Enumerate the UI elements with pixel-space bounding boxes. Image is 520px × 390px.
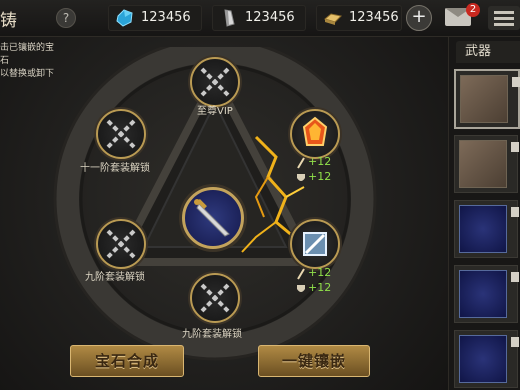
defense-icon [297, 174, 305, 181]
sword-icon [459, 270, 507, 318]
chain-lock-icon [106, 119, 136, 149]
slot-label-ninth-bottom: 九阶套装解锁 [182, 329, 242, 340]
chain-lock-icon [200, 283, 230, 313]
gem-slot-lower-left[interactable] [96, 219, 146, 269]
chain-lock-icon [200, 67, 230, 97]
gem-inlay-panel: 击已镶嵌的宝石 以替换或卸下 至尊VIP 十一阶套装解锁 九阶套装解锁 九阶套装… [0, 37, 448, 390]
attack-icon [297, 157, 305, 169]
menu-icon[interactable] [488, 6, 520, 30]
top-bar: 铸 ? 123456 123456 123456 + 2 [0, 0, 520, 37]
bow-icon [460, 75, 508, 123]
bow-icon [459, 140, 507, 188]
item-tag-icon [511, 142, 519, 152]
page-title: 铸 [0, 11, 17, 31]
gold-ingot-icon [323, 13, 343, 25]
stat-defense-lower: +12 [308, 281, 332, 294]
blue-crystal-icon [116, 9, 133, 27]
equipment-side-panel: 武器 [448, 37, 520, 390]
gem-slot-top[interactable] [190, 57, 240, 107]
silver-amount: 123456 [245, 10, 295, 25]
resource-silver: 123456 [212, 5, 306, 31]
attack-icon [297, 268, 305, 280]
item-tag-icon [511, 272, 519, 282]
gem-slot-lower-right[interactable] [290, 219, 340, 269]
sword-icon [194, 199, 230, 237]
fire-gem-icon [302, 116, 328, 146]
item-tag-icon [511, 337, 519, 347]
stat-attack-lower: +12 [308, 266, 332, 279]
sword-icon [459, 205, 507, 253]
resource-crystal: 123456 [108, 5, 202, 31]
silver-ingot-icon [224, 9, 235, 27]
equipment-item-sword-3[interactable] [454, 330, 519, 388]
slot-label-eleventh: 十一阶套装解锁 [80, 163, 150, 174]
equipment-item-sword-1[interactable] [454, 200, 519, 258]
resource-gold: 123456 [316, 5, 402, 31]
ice-gem-icon [303, 232, 327, 256]
slot-label-vip: 至尊VIP [197, 106, 233, 117]
equipped-weapon-slot[interactable] [182, 187, 244, 249]
gem-slot-upper-left[interactable] [96, 109, 146, 159]
gold-amount: 123456 [349, 10, 399, 25]
add-currency-button[interactable]: + [406, 5, 432, 31]
equipment-item-bow-2[interactable] [454, 135, 519, 193]
help-button[interactable]: ? [56, 8, 76, 28]
crystal-amount: 123456 [141, 10, 191, 25]
chain-lock-icon [106, 229, 136, 259]
item-tag-icon [511, 207, 519, 217]
sword-icon [459, 335, 507, 383]
stat-defense-upper: +12 [308, 170, 332, 183]
gem-slot-bottom[interactable] [190, 273, 240, 323]
one-click-inlay-button[interactable]: 一键镶嵌 [258, 345, 370, 377]
mail-count-badge: 2 [466, 3, 480, 17]
slot-label-ninth-left: 九阶套装解锁 [85, 272, 145, 283]
gem-synthesis-button[interactable]: 宝石合成 [70, 345, 184, 377]
tab-weapons[interactable]: 武器 [456, 41, 520, 63]
item-tag-icon [512, 77, 520, 87]
stat-attack-upper: +12 [308, 155, 332, 168]
defense-icon [297, 285, 305, 292]
gem-slot-upper-right[interactable] [290, 109, 340, 159]
equipment-item-sword-2[interactable] [454, 265, 519, 323]
equipment-item-bow-1[interactable] [454, 69, 520, 129]
